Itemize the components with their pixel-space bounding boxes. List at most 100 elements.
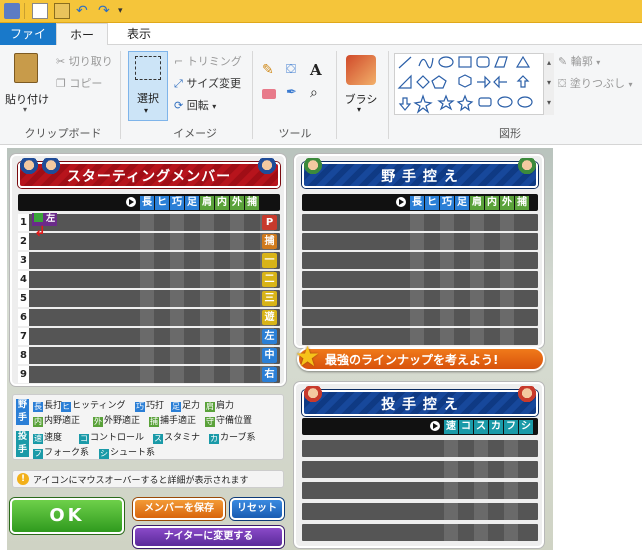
lineup-row[interactable]: 5三 <box>18 290 280 307</box>
color-picker-icon[interactable]: ✒ <box>286 85 297 100</box>
stat-column <box>470 233 484 250</box>
tab-file[interactable]: ファイル <box>0 23 56 63</box>
lineup-row[interactable]: 3一 <box>18 252 280 269</box>
ability-outfield[interactable]: 外 <box>230 196 244 210</box>
bench-slot[interactable] <box>302 290 538 307</box>
copy-label: コピー <box>69 77 103 90</box>
ability-long[interactable]: 長 <box>140 196 154 210</box>
ability-skill[interactable]: 巧 <box>170 196 184 210</box>
batting-order-number: 9 <box>18 366 29 383</box>
resize-button[interactable]: ⤢ サイズ変更 <box>174 75 241 91</box>
ability-speed[interactable]: 足 <box>185 196 199 210</box>
reset-button[interactable]: リセット <box>230 498 284 520</box>
ability-shoot[interactable]: シ <box>519 420 533 434</box>
position-badge: 遊 <box>262 310 277 325</box>
stat-column <box>500 309 514 326</box>
stat-column <box>440 233 454 250</box>
ability-outfield[interactable]: 外 <box>500 196 514 210</box>
night-game-label: ナイターに変更する <box>163 531 254 542</box>
batting-order-number: 4 <box>18 271 29 288</box>
ability-skill[interactable]: 巧 <box>440 196 454 210</box>
paste-button[interactable]: 貼り付け ▾ <box>4 51 50 117</box>
lineup-row[interactable]: 8中 <box>18 347 280 364</box>
magnifier-icon[interactable]: ⌕ <box>310 85 318 101</box>
eraser-icon[interactable] <box>262 89 276 99</box>
bench-slot[interactable] <box>302 440 538 457</box>
bench-slot[interactable] <box>302 328 538 345</box>
bench-slot[interactable] <box>302 503 538 520</box>
bench-slot[interactable] <box>302 233 538 250</box>
bench-slot[interactable] <box>302 482 538 499</box>
new-file-icon[interactable] <box>32 3 48 19</box>
stat-column <box>140 309 154 326</box>
ability-stamina[interactable]: ス <box>474 420 488 434</box>
image-group-label: イメージ <box>173 127 217 140</box>
ability-catcher[interactable]: 捕 <box>515 196 529 210</box>
undo-icon[interactable]: ↶ <box>76 3 92 19</box>
ability-speed[interactable]: 足 <box>455 196 469 210</box>
bench-slot[interactable] <box>302 309 538 326</box>
ability-curve[interactable]: カ <box>489 420 503 434</box>
fill-bucket-icon[interactable]: ⛋ <box>286 63 300 77</box>
redo-icon[interactable]: ↷ <box>98 3 114 19</box>
text-icon[interactable]: A <box>310 61 322 79</box>
ability-infield[interactable]: 内 <box>485 196 499 210</box>
outline-button[interactable]: ✎ 輪郭 ▾ <box>558 53 600 69</box>
bench-slot[interactable] <box>302 524 538 541</box>
ability-catcher[interactable]: 捕 <box>245 196 259 210</box>
lineup-row[interactable]: 6遊 <box>18 309 280 326</box>
stat-column <box>170 366 184 383</box>
lineup-row[interactable]: 4二 <box>18 271 280 288</box>
crop-button[interactable]: ⌐ トリミング <box>174 53 242 69</box>
bench-slot[interactable] <box>302 461 538 478</box>
stat-column <box>140 214 154 231</box>
lineup-row[interactable]: 7左 <box>18 328 280 345</box>
lineup-row[interactable]: 9右 <box>18 366 280 383</box>
shapes-gallery[interactable] <box>394 53 544 115</box>
ability-arm[interactable]: 肩 <box>470 196 484 210</box>
stat-column <box>470 214 484 231</box>
stat-column <box>230 252 244 269</box>
chevron-down-icon: ▾ <box>357 105 362 114</box>
lineup-row[interactable]: 1P <box>18 214 280 231</box>
ability-hit[interactable]: ヒ <box>155 196 169 210</box>
fill-button[interactable]: ⛋ 塗りつぶし ▾ <box>558 75 633 91</box>
shapes-scroll-icon[interactable]: ▴ ▾ ▾ <box>544 53 554 115</box>
brushes-button[interactable]: ブラシ ▾ <box>340 51 382 121</box>
ability-arm[interactable]: 肩 <box>200 196 214 210</box>
ability-infield[interactable]: 内 <box>215 196 229 210</box>
stat-column <box>474 440 488 457</box>
fielders-bench-title: 野 手 控 え <box>381 169 459 185</box>
stat-column <box>504 482 518 499</box>
position-badge: 三 <box>262 291 277 306</box>
chevron-down-icon: ▾ <box>628 80 633 89</box>
bench-slot[interactable] <box>302 214 538 231</box>
stat-column <box>140 233 154 250</box>
save-members-button[interactable]: メンバーを保存 <box>133 498 225 520</box>
bench-slot[interactable] <box>302 271 538 288</box>
copy-button[interactable]: ❐ コピー <box>56 75 102 91</box>
open-file-icon[interactable] <box>54 3 70 19</box>
stat-column <box>470 309 484 326</box>
pencil-icon[interactable]: ✎ <box>262 63 276 77</box>
stat-column <box>200 366 214 383</box>
tab-home[interactable]: ホーム <box>56 23 108 64</box>
lineup-row[interactable]: 2捕 <box>18 233 280 250</box>
ability-hit[interactable]: ヒ <box>425 196 439 210</box>
night-game-button[interactable]: ナイターに変更する <box>133 526 284 548</box>
rotate-button[interactable]: ⟳ 回転 ▾ <box>174 97 216 113</box>
tab-view[interactable]: 表示 <box>114 23 164 45</box>
legend-text: 外野適正 <box>104 416 141 426</box>
stat-column <box>444 440 458 457</box>
customize-toolbar-icon[interactable]: ▾ <box>118 3 134 19</box>
ability-control[interactable]: コ <box>459 420 473 434</box>
bench-slot[interactable] <box>302 252 538 269</box>
cut-button[interactable]: ✂ 切り取り <box>56 53 113 69</box>
ok-button[interactable]: OK <box>10 498 124 534</box>
ability-long[interactable]: 長 <box>410 196 424 210</box>
ability-velocity[interactable]: 速 <box>444 420 458 434</box>
fielder-legend-label: 野手 <box>16 399 29 425</box>
batting-order-number: 5 <box>18 290 29 307</box>
select-button[interactable]: 選択 ▾ <box>128 51 168 121</box>
ability-fork[interactable]: フ <box>504 420 518 434</box>
